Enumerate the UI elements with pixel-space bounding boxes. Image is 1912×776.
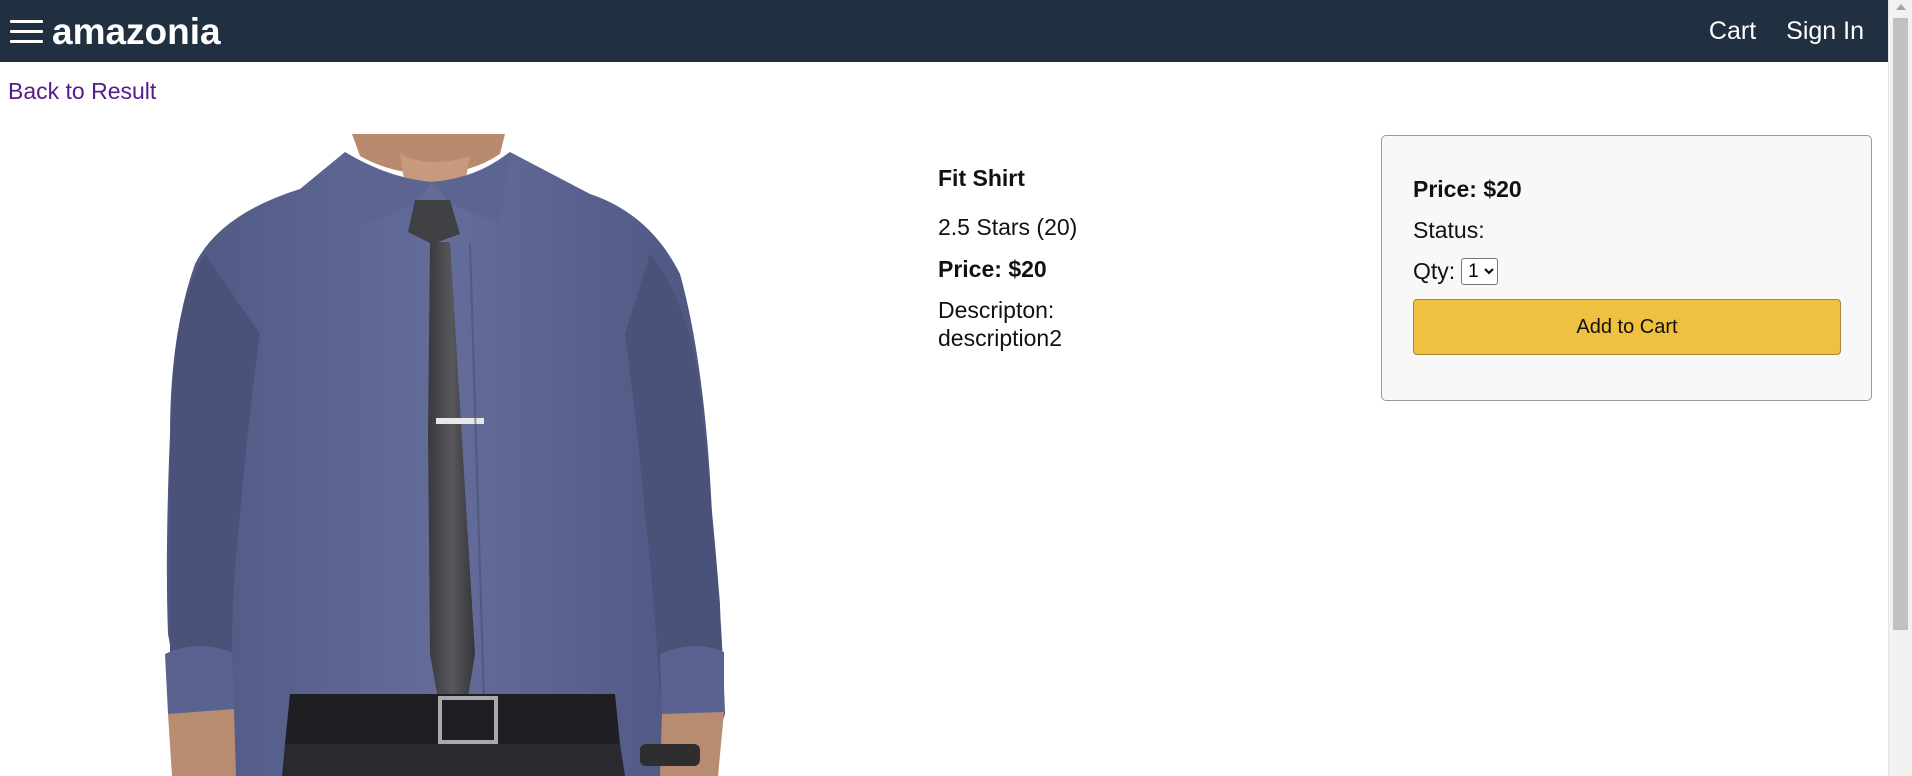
shirt-photo-illustration — [165, 134, 725, 776]
quantity-row: Qty: 1 — [1413, 258, 1840, 285]
product-price: Price: $20 — [938, 255, 1047, 282]
header-links: Cart Sign In — [1709, 17, 1864, 46]
cart-link[interactable]: Cart — [1709, 17, 1756, 46]
sign-in-link[interactable]: Sign In — [1786, 17, 1864, 46]
top-nav-bar: amazonia Cart Sign In — [0, 0, 1888, 62]
description-label: Descripton: — [938, 297, 1055, 324]
status-label: Status: — [1413, 217, 1485, 243]
product-details: Fit Shirt 2.5 Stars (20) Price: $20 Desc… — [938, 165, 1298, 366]
quantity-select[interactable]: 1 — [1461, 258, 1499, 285]
product-description: Descripton: description2 — [938, 297, 1298, 352]
vertical-scrollbar[interactable] — [1888, 0, 1912, 776]
brand-area: amazonia — [8, 13, 221, 50]
product-image — [0, 134, 905, 776]
description-text: description2 — [938, 324, 1063, 351]
add-to-cart-button[interactable]: Add to Cart — [1413, 299, 1841, 355]
back-to-result-link[interactable]: Back to Result — [8, 78, 156, 105]
brand-logo-link[interactable]: amazonia — [52, 13, 221, 50]
purchase-card: Price: $20 Status: Qty: 1 Add to Cart — [1381, 135, 1872, 401]
scrollbar-thumb[interactable] — [1893, 18, 1908, 630]
hamburger-menu-icon[interactable] — [8, 15, 44, 47]
product-rating: 2.5 Stars (20) — [938, 214, 1078, 240]
page: amazonia Cart Sign In Back to Result Fit… — [0, 0, 1912, 776]
qty-label: Qty: — [1413, 258, 1456, 284]
scroll-up-arrow-icon[interactable] — [1896, 4, 1906, 10]
card-price: Price: $20 — [1413, 176, 1522, 202]
product-name: Fit Shirt — [938, 165, 1025, 191]
